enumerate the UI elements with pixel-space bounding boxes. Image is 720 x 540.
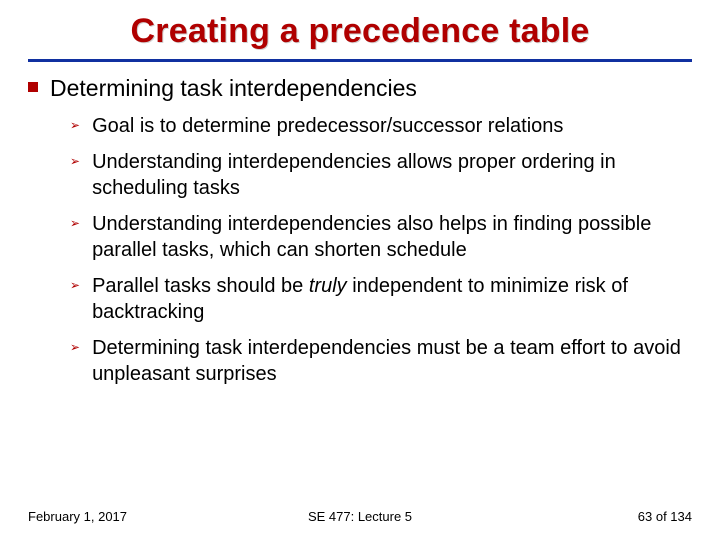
sub-bullet: ➢ Determining task interdependencies mus… [70, 335, 692, 387]
sub-bullet: ➢ Understanding interdependencies also h… [70, 211, 692, 263]
main-bullet: Determining task interdependencies [28, 74, 692, 103]
chevron-icon: ➢ [70, 340, 80, 353]
main-bullet-text: Determining task interdependencies [50, 74, 417, 103]
sub-bullet-text: Goal is to determine predecessor/success… [92, 113, 563, 139]
sub-bullet-text: Understanding interdependencies also hel… [92, 211, 692, 263]
slide: Creating a precedence table Determining … [0, 0, 720, 540]
footer-center: SE 477: Lecture 5 [0, 509, 720, 524]
chevron-icon: ➢ [70, 154, 80, 167]
slide-footer: February 1, 2017 SE 477: Lecture 5 63 of… [0, 509, 720, 524]
sub-bullet-text: Determining task interdependencies must … [92, 335, 692, 387]
slide-body: Determining task interdependencies ➢ Goa… [28, 62, 692, 387]
sub-bullet-text: Parallel tasks should be truly independe… [92, 273, 692, 325]
sub-bullet: ➢ Goal is to determine predecessor/succe… [70, 113, 692, 139]
sub-bullet: ➢ Understanding interdependencies allows… [70, 149, 692, 201]
chevron-icon: ➢ [70, 278, 80, 291]
slide-title: Creating a precedence table [28, 12, 692, 57]
sub-bullet-text: Understanding interdependencies allows p… [92, 149, 692, 201]
sub-bullet: ➢ Parallel tasks should be truly indepen… [70, 273, 692, 325]
square-bullet-icon [28, 82, 38, 92]
chevron-icon: ➢ [70, 118, 80, 131]
chevron-icon: ➢ [70, 216, 80, 229]
